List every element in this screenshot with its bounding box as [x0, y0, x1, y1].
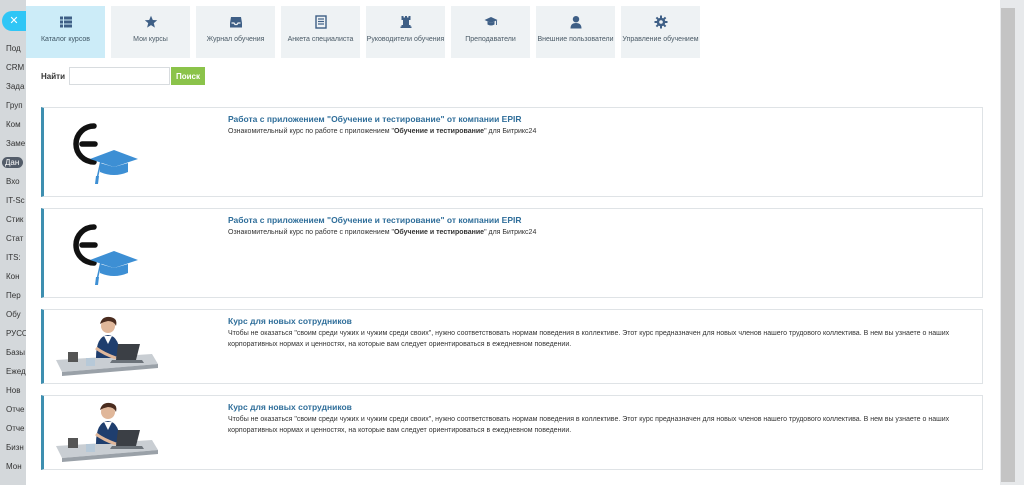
learning-panel: Каталог курсов Мои курсы Журнал обучения… — [26, 0, 1000, 485]
course-card[interactable]: Курс для новых сотрудников Чтобы не оказ… — [41, 395, 983, 470]
tab-label: Управление обучением — [622, 36, 699, 43]
search-input[interactable] — [68, 67, 170, 85]
left-menu-item[interactable]: Под — [6, 44, 21, 53]
tab-my-courses[interactable]: Мои курсы — [111, 6, 190, 58]
left-menu-item[interactable]: Стат — [6, 234, 23, 243]
close-slider-button[interactable]: ✕ — [2, 11, 26, 31]
course-description: Чтобы не оказаться "своим среди чужих и … — [228, 330, 950, 348]
course-description: Ознакомительный курс по работе с приложе… — [228, 128, 537, 135]
user-icon — [570, 16, 581, 29]
tab-label: Анкета специалиста — [287, 36, 354, 43]
tab-course-catalog[interactable]: Каталог курсов — [26, 6, 105, 58]
left-menu-item[interactable]: Отче — [6, 424, 25, 433]
course-title[interactable]: Курс для новых сотрудников — [228, 316, 352, 326]
tab-label: Преподаватели — [465, 36, 516, 43]
left-menu-item[interactable]: Ежед — [6, 367, 26, 376]
left-menu-item[interactable]: Стик — [6, 215, 23, 224]
tab-label: Мои курсы — [133, 36, 168, 43]
course-card[interactable]: Работа с приложением "Обучение и тестиро… — [41, 107, 983, 197]
left-menu-item[interactable]: Груп — [6, 101, 23, 110]
tab-learning-journal[interactable]: Журнал обучения — [196, 6, 275, 58]
chess-rook-icon — [400, 16, 411, 28]
graduation-cap-icon — [484, 17, 497, 26]
left-menu-item[interactable]: ITS: — [6, 253, 21, 262]
document-icon — [314, 15, 327, 29]
search-button[interactable]: Поиск — [170, 67, 205, 85]
inbox-icon — [229, 17, 242, 28]
close-icon: ✕ — [9, 15, 19, 27]
course-title[interactable]: Работа с приложением "Обучение и тестиро… — [228, 114, 522, 124]
star-icon — [144, 15, 157, 28]
tab-label: Внешние пользователи — [537, 36, 614, 43]
tab-bar: Каталог курсов Мои курсы Журнал обучения… — [26, 6, 706, 58]
left-menu-item-active[interactable]: Дан — [2, 157, 24, 168]
epir-logo-image — [73, 224, 138, 285]
course-description: Ознакомительный курс по работе с приложе… — [228, 229, 537, 236]
tab-training-managers[interactable]: Руководители обучения — [366, 6, 445, 58]
left-menu-item[interactable]: Зада — [6, 82, 24, 91]
left-menu-item[interactable]: Базы — [6, 348, 25, 357]
tab-learning-management[interactable]: Управление обучением — [621, 6, 700, 58]
woman-at-laptop-image — [56, 316, 158, 376]
left-menu-item[interactable]: Мон — [6, 462, 22, 471]
gear-icon — [654, 15, 667, 29]
panel-scrollbar[interactable] — [1001, 8, 1015, 482]
course-card[interactable]: Работа с приложением "Обучение и тестиро… — [41, 208, 983, 298]
course-card[interactable]: Курс для новых сотрудников Чтобы не оказ… — [41, 309, 983, 384]
epir-logo-image — [73, 123, 138, 184]
left-menu-item[interactable]: IT-Sc — [6, 196, 25, 205]
course-title[interactable]: Работа с приложением "Обучение и тестиро… — [228, 215, 522, 225]
tab-specialist-form[interactable]: Анкета специалиста — [281, 6, 360, 58]
left-menu-item[interactable]: Пер — [6, 291, 21, 300]
left-menu-item[interactable]: Кон — [6, 272, 20, 281]
left-menu-item[interactable]: Заме — [6, 139, 25, 148]
tab-external-users[interactable]: Внешние пользователи — [536, 6, 615, 58]
woman-at-laptop-image — [56, 402, 158, 462]
left-menu-item[interactable]: Ком — [6, 120, 21, 129]
left-menu-item[interactable]: CRM — [6, 63, 24, 72]
list-icon — [59, 16, 72, 28]
search-bar: Найти Поиск — [41, 67, 205, 85]
tab-label: Каталог курсов — [40, 36, 91, 43]
left-menu-item[interactable]: Отче — [6, 405, 25, 414]
tab-teachers[interactable]: Преподаватели — [451, 6, 530, 58]
left-menu-item[interactable]: Обу — [6, 310, 21, 319]
left-menu-item[interactable]: РУСО — [6, 329, 26, 338]
course-description: Чтобы не оказаться "своим среди чужих и … — [228, 416, 950, 434]
tab-label: Руководители обучения — [366, 36, 445, 43]
left-menu: Под CRM Зада Груп Ком Заме Дан Вхо IT-Sc… — [0, 0, 26, 485]
course-title[interactable]: Курс для новых сотрудников — [228, 402, 352, 412]
tab-label: Журнал обучения — [206, 36, 265, 43]
left-menu-item[interactable]: Нов — [6, 386, 20, 395]
left-menu-item[interactable]: Бизн — [6, 443, 24, 452]
left-menu-item[interactable]: Вхо — [6, 177, 20, 186]
search-label: Найти — [41, 71, 65, 81]
